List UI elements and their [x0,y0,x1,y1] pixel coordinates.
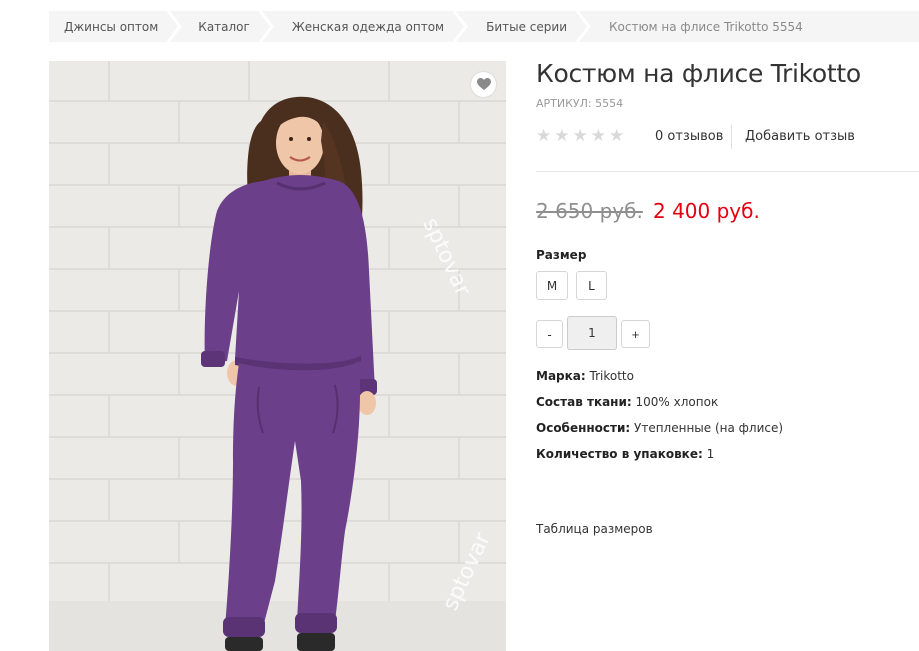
property-name: Состав ткани: [536,395,632,409]
property-features: Особенности: Утепленные (на флисе) [536,421,783,435]
size-option-l[interactable]: L [576,271,607,300]
size-option-m[interactable]: M [536,271,568,300]
property-name: Количество в упаковке: [536,447,703,461]
star-icon[interactable]: ★ [573,127,588,145]
current-price: 2 400 руб. [653,199,760,223]
breadcrumb-label: Битые серии [486,19,567,34]
size-label: Размер [536,248,587,262]
breadcrumb-label: Костюм на флисе Trikotto 5554 [609,19,803,34]
property-fabric: Состав ткани: 100% хлопок [536,395,718,409]
star-icon[interactable]: ★ [609,127,624,145]
size-table-link[interactable]: Таблица размеров [536,522,653,536]
breadcrumb-item-home[interactable]: Джинсы оптом [49,11,186,42]
breadcrumb-separator-icon [258,11,274,42]
breadcrumb-item-broken-series[interactable]: Битые серии [472,11,595,42]
property-name: Особенности: [536,421,631,435]
quantity-increase-button[interactable]: + [621,320,650,348]
breadcrumb: Джинсы оптом Каталог Женская одежда опто… [49,11,919,42]
wishlist-button[interactable] [471,72,496,97]
old-price: 2 650 руб. [536,199,643,223]
product-photo-illustration [49,61,506,651]
divider [731,125,732,149]
property-value: Утепленные (на флисе) [634,421,784,435]
heart-icon [476,78,491,90]
product-photo[interactable] [49,61,506,651]
quantity-input[interactable] [567,316,617,350]
property-name: Марка: [536,369,586,383]
breadcrumb-item-catalog[interactable]: Каталог [186,11,278,42]
property-pack-quantity: Количество в упаковке: 1 [536,447,714,461]
rating-stars[interactable]: ★ ★ ★ ★ ★ [536,127,624,145]
breadcrumb-separator-icon [167,11,183,42]
product-title: Костюм на флисе Trikotto [536,59,861,88]
divider [536,171,919,172]
add-review-link[interactable]: Добавить отзыв [745,129,855,144]
property-brand: Марка: Trikotto [536,369,634,383]
breadcrumb-separator-icon [575,11,591,42]
star-icon[interactable]: ★ [536,127,551,145]
breadcrumb-item-womens-clothing[interactable]: Женская одежда оптом [278,11,472,42]
breadcrumb-item-current: Костюм на флисе Trikotto 5554 [595,11,831,42]
quantity-decrease-button[interactable]: - [536,320,563,348]
breadcrumb-label: Каталог [198,19,250,34]
breadcrumb-label: Джинсы оптом [64,19,159,34]
product-sku: АРТИКУЛ: 5554 [536,97,624,110]
reviews-count[interactable]: 0 отзывов [655,129,723,144]
star-icon[interactable]: ★ [554,127,569,145]
breadcrumb-label: Женская одежда оптом [291,19,445,34]
property-value: 1 [706,447,715,461]
property-value: 100% хлопок [635,395,719,409]
property-value: Trikotto [589,369,634,383]
breadcrumb-separator-icon [452,11,469,42]
star-icon[interactable]: ★ [591,127,606,145]
